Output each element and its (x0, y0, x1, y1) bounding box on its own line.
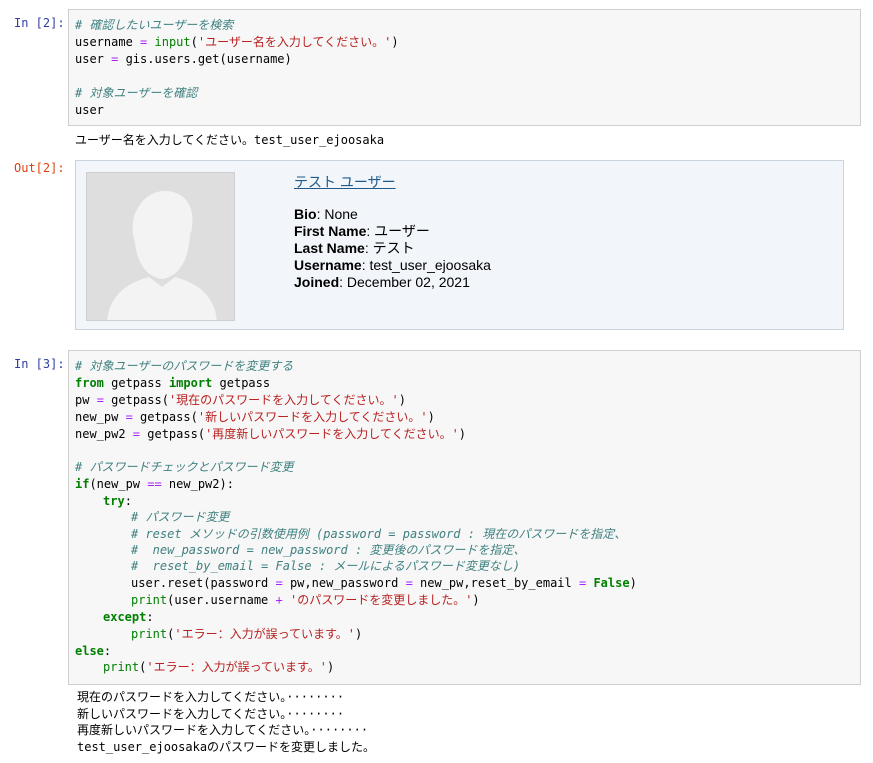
code-cell-3[interactable]: # 対象ユーザーのパスワードを変更する from getpass import … (68, 350, 861, 685)
code-comment: # reset_by_email = False : メールによるパスワード変更… (131, 559, 521, 573)
user-field-first-name: First Name: ユーザー (294, 223, 430, 239)
code-comment: # reset メソッドの引数使用例 (password = password … (131, 527, 627, 541)
code-line: print('エラー：入力が誤っています。') (131, 627, 363, 641)
cell-2-out-prompt: Out[2]: (14, 161, 65, 175)
user-field-bio: Bio: None (294, 206, 358, 222)
code-comment: # 確認したいユーザーを検索 (75, 18, 234, 32)
default-avatar-icon (86, 172, 235, 321)
code-line: username = input('ユーザー名を入力してください。') (75, 35, 399, 49)
code-line: else: (75, 644, 112, 658)
user-field-username: Username: test_user_ejoosaka (294, 257, 491, 273)
code-line: print('エラー：入力が誤っています。') (103, 660, 335, 674)
user-field-last-name: Last Name: テスト (294, 240, 415, 256)
cell-3-stdout-line: 新しいパスワードを入力してください。········ (77, 707, 345, 721)
code-line: user.reset(password = pw,new_password = … (131, 576, 637, 590)
code-line: from getpass import getpass (75, 376, 271, 390)
code-comment: # パスワードチェックとパスワード変更 (75, 460, 294, 474)
code-comment: # パスワード変更 (131, 510, 230, 524)
code-line: try: (103, 494, 132, 508)
cell-2-in-prompt: In [2]: (14, 16, 65, 30)
cell-2-stdout: ユーザー名を入力してください。test_user_ejoosaka (75, 133, 385, 147)
user-card: テスト ユーザー Bio: None First Name: ユーザー Last… (75, 160, 844, 330)
code-comment: # 対象ユーザーを確認 (75, 86, 198, 100)
code-line: new_pw = getpass('新しいパスワードを入力してください。') (75, 410, 435, 424)
user-field-joined: Joined: December 02, 2021 (294, 274, 470, 290)
code-line: pw = getpass('現在のパスワードを入力してください。') (75, 393, 406, 407)
code-line: if(new_pw == new_pw2): (75, 477, 234, 491)
code-cell-2[interactable]: # 確認したいユーザーを検索 username = input('ユーザー名を入… (68, 9, 861, 126)
code-line: new_pw2 = getpass('再度新しいパスワードを入力してください。'… (75, 427, 467, 441)
cell-3-in-prompt: In [3]: (14, 357, 65, 371)
code-comment: # 対象ユーザーのパスワードを変更する (75, 359, 294, 373)
code-line: except: (103, 610, 154, 624)
code-line: user = gis.users.get(username) (75, 52, 292, 66)
cell-3-stdout-line: 現在のパスワードを入力してください。········ (77, 690, 345, 704)
code-line: user (75, 103, 104, 117)
code-comment: # new_password = new_password : 変更後のパスワー… (131, 543, 526, 557)
cell-3-stdout-line: test_user_ejoosakaのパスワードを変更しました。 (77, 740, 376, 754)
cell-3-stdout-line: 再度新しいパスワードを入力してください。········ (77, 723, 369, 737)
user-profile-link[interactable]: テスト ユーザー (294, 172, 396, 192)
code-line: print(user.username + 'のパスワードを変更しました。') (131, 593, 480, 607)
